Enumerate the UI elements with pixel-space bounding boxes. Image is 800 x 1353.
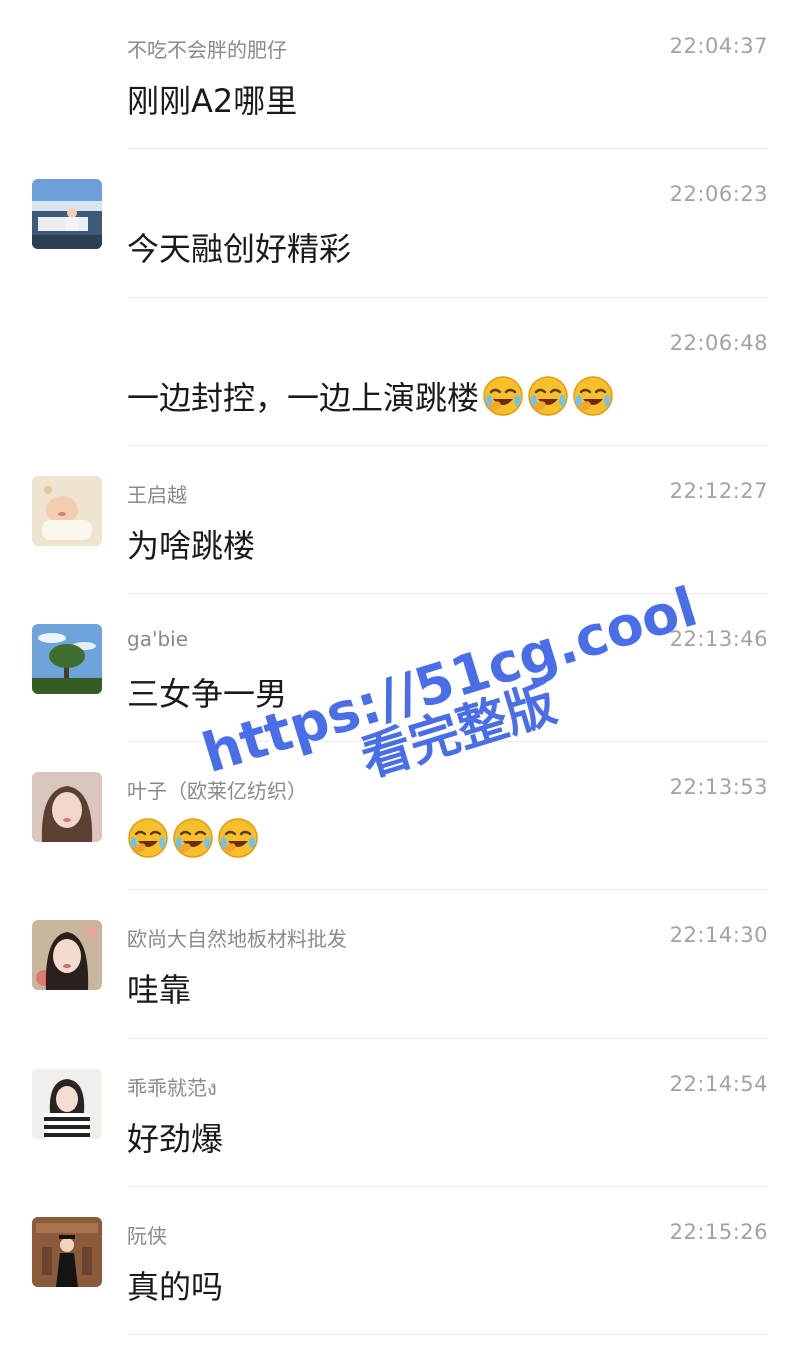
graduate-photo-avatar[interactable]: [32, 1217, 102, 1287]
message-text-content: 三女争一男: [127, 675, 288, 713]
message-time: 22:14:30: [669, 923, 768, 947]
chat-message[interactable]: 乖乖就范ง 22:14:54 好劲爆: [0, 1038, 800, 1186]
message-text: [127, 817, 259, 859]
message-time: 22:15:26: [669, 1220, 768, 1244]
woman-striped-avatar[interactable]: [32, 1069, 102, 1139]
message-time: 22:13:53: [669, 775, 768, 799]
message-text: 为啥跳楼: [127, 521, 255, 567]
message-time: 22:13:46: [669, 627, 768, 651]
tree-sky-avatar[interactable]: [32, 624, 102, 694]
message-text-content: 一边封控，一边上演跳楼: [127, 379, 480, 417]
chat-message[interactable]: 叶子（欧莱亿纺织） 22:13:53: [0, 741, 800, 889]
message-text-content: 真的吗: [127, 1268, 224, 1306]
message-time: 22:14:54: [669, 1072, 768, 1096]
message-text: 好劲爆: [127, 1114, 223, 1160]
baby-photo-avatar[interactable]: [32, 476, 102, 546]
message-text: 一边封控，一边上演跳楼: [127, 373, 614, 419]
face-with-tears-of-joy-emoji: [482, 375, 524, 417]
woman-flowers-avatar[interactable]: [32, 920, 102, 990]
sender-name: 乖乖就范ง: [127, 1076, 217, 1100]
divider: [127, 1334, 768, 1335]
face-with-tears-of-joy-emoji: [127, 817, 169, 859]
message-time: 22:06:23: [669, 182, 768, 206]
message-text-content: 今天融创好精彩: [127, 230, 352, 268]
sender-name: 欧尚大自然地板材料批发: [127, 927, 347, 951]
message-text: 哇靠: [127, 965, 191, 1011]
message-text: 刚刚A2哪里: [127, 76, 297, 122]
chat-message[interactable]: 不吃不会胖的肥仔 22:04:37 刚刚A2哪里: [0, 0, 800, 148]
message-text-content: 为啥跳楼: [127, 527, 256, 565]
chat-message[interactable]: 王启越 22:12:27 为啥跳楼: [0, 445, 800, 593]
chat-message[interactable]: 22:06:23 今天融创好精彩: [0, 148, 800, 296]
message-text: 三女争一男: [127, 669, 287, 715]
message-text-content: 哇靠: [127, 971, 192, 1009]
message-text: 真的吗: [127, 1262, 223, 1308]
sender-name: 王启越: [127, 483, 187, 507]
face-with-tears-of-joy-emoji: [217, 817, 259, 859]
chat-message[interactable]: 欧尚大自然地板材料批发 22:14:30 哇靠: [0, 889, 800, 1037]
sender-name: 阮侠: [127, 1224, 167, 1248]
message-time: 22:12:27: [669, 479, 768, 503]
chat-message[interactable]: ga'bie 22:13:46 三女争一男: [0, 593, 800, 741]
sender-name: ga'bie: [127, 627, 189, 651]
face-with-tears-of-joy-emoji: [527, 375, 569, 417]
message-text-content: 刚刚A2哪里: [127, 82, 298, 120]
lakeside-photo-avatar[interactable]: [32, 179, 102, 249]
face-with-tears-of-joy-emoji: [572, 375, 614, 417]
chat-message-list: 不吃不会胖的肥仔 22:04:37 刚刚A2哪里 22:06:23 今天融创好精…: [0, 0, 800, 1353]
woman-portrait-avatar[interactable]: [32, 772, 102, 842]
face-with-tears-of-joy-emoji: [172, 817, 214, 859]
message-time: 22:04:37: [669, 34, 768, 58]
message-text: 今天融创好精彩: [127, 224, 351, 270]
message-time: 22:06:48: [669, 331, 768, 355]
sender-name: 不吃不会胖的肥仔: [127, 38, 287, 62]
sender-name: 叶子（欧莱亿纺织）: [127, 779, 307, 803]
message-text-content: 好劲爆: [127, 1120, 224, 1158]
chat-message[interactable]: 阮侠 22:15:26 真的吗: [0, 1186, 800, 1334]
chat-message[interactable]: 22:06:48 一边封控，一边上演跳楼: [0, 297, 800, 445]
